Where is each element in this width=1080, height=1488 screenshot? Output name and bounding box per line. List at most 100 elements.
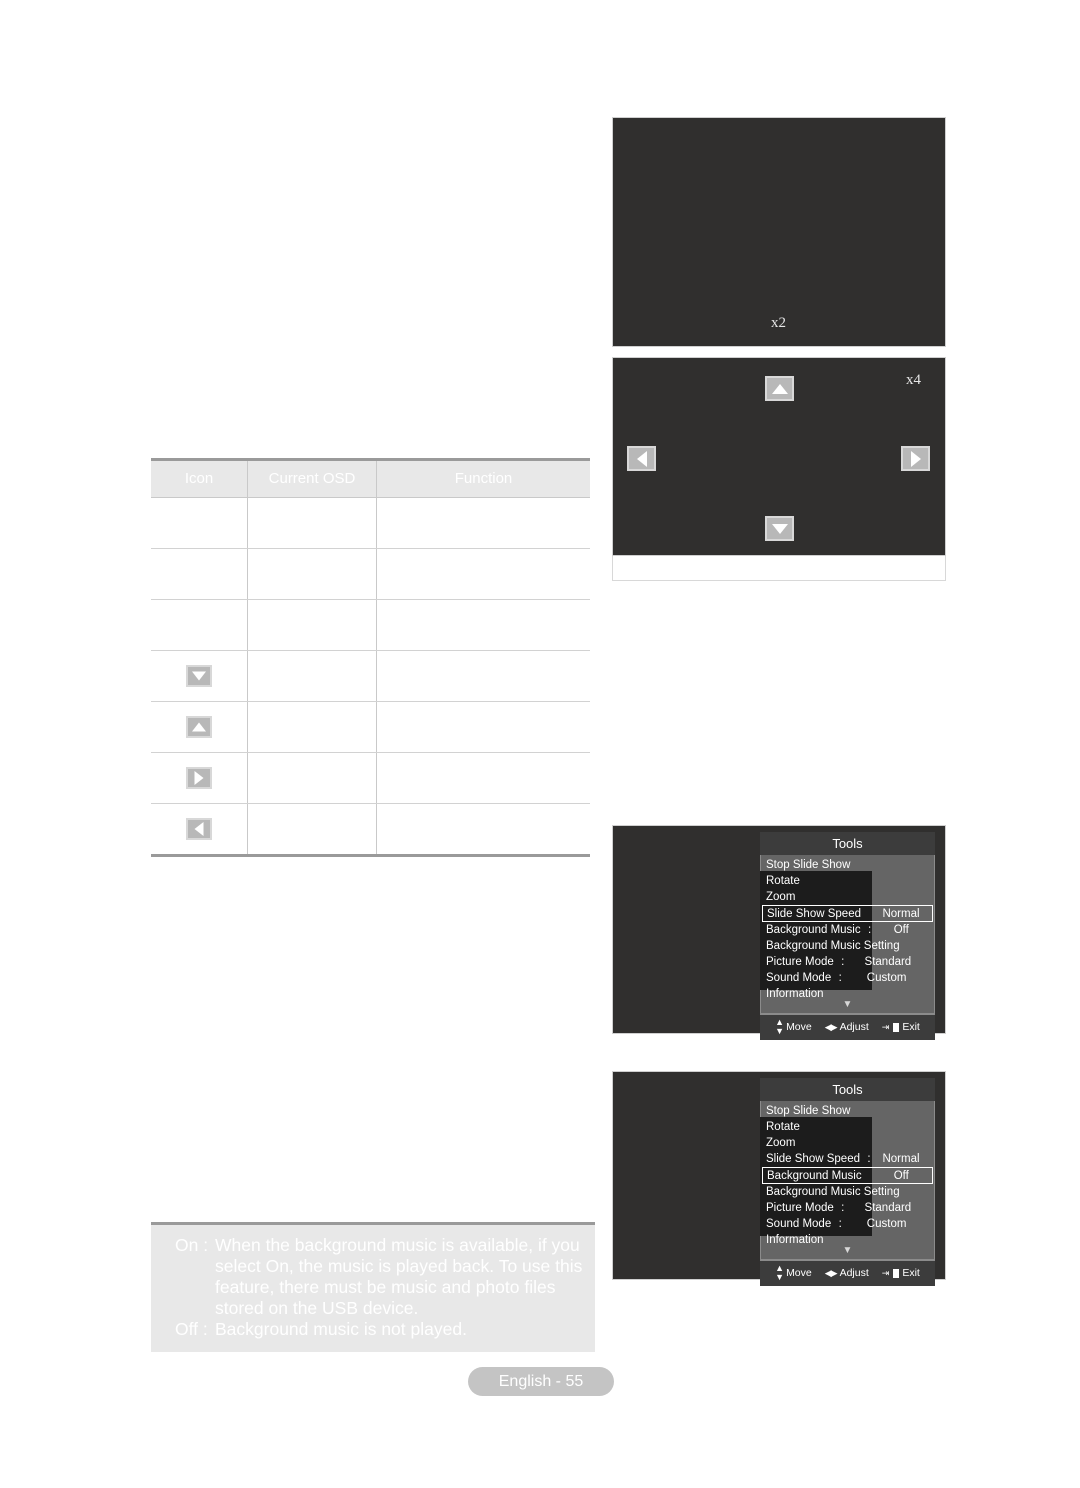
nav-down-icon[interactable]	[765, 516, 794, 541]
menu-item-colon: :	[841, 1202, 845, 1214]
menu-item-label: Slide Show Speed	[767, 907, 861, 920]
cell-icon	[151, 803, 248, 857]
menu-item-picture-mode[interactable]: Picture Mode : Standard	[761, 954, 934, 970]
menu-item-colon: :	[838, 1218, 842, 1230]
scroll-down-icon[interactable]: ▼	[761, 1000, 934, 1013]
menu-item-value: Off	[893, 924, 909, 936]
menu-item-colon: :	[841, 956, 845, 968]
menu-item-label: Background Music	[766, 924, 861, 936]
cell-function	[376, 701, 590, 753]
tools-menu-hints: ▲ ▼ Move ◀▶ Adjust ⇥ Exit	[760, 1260, 935, 1286]
table-row	[151, 497, 590, 549]
cell-function	[376, 497, 590, 549]
table-row	[151, 599, 590, 651]
cell-current-osd	[247, 497, 377, 549]
menu-item-label: Rotate	[766, 875, 800, 887]
menu-item-sound-mode[interactable]: Sound Mode : Custom	[761, 1216, 934, 1232]
menu-item-sound-mode[interactable]: Sound Mode : Custom	[761, 970, 934, 986]
menu-item-label: Background Music	[767, 1169, 862, 1182]
table-row	[151, 650, 590, 702]
menu-item-value: Normal	[882, 1153, 920, 1165]
table: Icon Current OSD Function	[151, 458, 590, 857]
note-label-on: On :	[175, 1235, 209, 1255]
screen-preview-caption-strip	[612, 556, 946, 581]
menu-item-label: Zoom	[766, 1137, 796, 1149]
cell-icon	[151, 650, 248, 702]
cell-current-osd	[247, 803, 377, 857]
hint-adjust: ◀▶ Adjust	[825, 1267, 869, 1279]
screen-preview-zoom-x2: x2	[612, 117, 946, 347]
menu-item-label: Sound Mode	[766, 972, 832, 984]
column-header-icon: Icon	[151, 459, 248, 498]
tools-osd-background-music: Tools Stop Slide Show Rotate Zoom Slide …	[612, 1071, 946, 1286]
cell-current-osd	[247, 701, 377, 753]
menu-item-label: Picture Mode	[766, 956, 834, 968]
scroll-down-icon[interactable]: ▼	[761, 1246, 934, 1259]
tools-menu-body: Stop Slide Show Rotate Zoom Slide Show S…	[760, 855, 935, 1014]
cell-current-osd	[247, 650, 377, 702]
left-right-arrows-icon: ◀▶	[824, 1021, 838, 1032]
menu-item-colon: :	[838, 972, 842, 984]
nav-right-icon[interactable]	[901, 446, 930, 471]
table-header-row: Icon Current OSD Function	[151, 459, 590, 498]
tools-menu-title: Tools	[760, 1078, 935, 1101]
column-header-function: Function	[376, 459, 590, 498]
note-line-on: On : When the background music is availa…	[151, 1235, 595, 1319]
exit-door-icon	[891, 1268, 900, 1278]
nav-up-icon[interactable]	[765, 376, 794, 401]
triangle-left-icon	[186, 818, 212, 840]
menu-item-stop-slide-show[interactable]: Stop Slide Show	[761, 857, 934, 873]
menu-item-slide-show-speed[interactable]: Slide Show Speed Normal	[762, 905, 933, 922]
hint-label: Move	[786, 1021, 812, 1033]
menu-item-label: Stop Slide Show	[766, 859, 851, 871]
menu-item-background-music-setting[interactable]: Background Music Setting	[761, 1184, 934, 1200]
tools-osd-slide-show-speed: Tools Stop Slide Show Rotate Zoom Slide …	[612, 825, 946, 1040]
menu-item-slide-show-speed[interactable]: Slide Show Speed : Normal	[761, 1151, 934, 1167]
page-number-badge: English - 55	[468, 1367, 614, 1396]
hint-move: ▲ ▼ Move	[775, 1018, 812, 1036]
tools-menu: Tools Stop Slide Show Rotate Zoom Slide …	[760, 832, 935, 1040]
note-text-on: When the background music is available, …	[215, 1235, 583, 1318]
menu-item-rotate[interactable]: Rotate	[761, 873, 934, 889]
icon-reference-table: Icon Current OSD Function	[151, 458, 590, 857]
menu-item-label: Slide Show Speed	[766, 1153, 860, 1165]
tools-menu-title: Tools	[760, 832, 935, 855]
menu-item-stop-slide-show[interactable]: Stop Slide Show	[761, 1103, 934, 1119]
note-label-off: Off :	[175, 1319, 208, 1339]
menu-item-zoom[interactable]: Zoom	[761, 1135, 934, 1151]
table-body	[151, 497, 590, 857]
column-header-current-osd: Current OSD	[247, 459, 377, 498]
exit-arrow-icon: ⇥	[881, 1267, 889, 1278]
menu-item-rotate[interactable]: Rotate	[761, 1119, 934, 1135]
menu-item-background-music[interactable]: Background Music : Off	[761, 922, 934, 938]
menu-item-background-music[interactable]: Background Music Off	[762, 1167, 933, 1184]
cell-icon	[151, 497, 248, 549]
tools-menu-hints: ▲ ▼ Move ◀▶ Adjust ⇥ Exit	[760, 1014, 935, 1040]
note-text-off: Background music is not played.	[215, 1319, 467, 1339]
menu-item-label: Picture Mode	[766, 1202, 834, 1214]
triangle-down-icon	[186, 665, 212, 687]
cell-function	[376, 803, 590, 857]
menu-item-value: Normal	[882, 907, 920, 920]
menu-item-value: Custom	[866, 972, 907, 984]
up-down-arrows-icon: ▲ ▼	[775, 1017, 784, 1036]
menu-item-picture-mode[interactable]: Picture Mode : Standard	[761, 1200, 934, 1216]
left-right-arrows-icon: ◀▶	[824, 1267, 838, 1278]
menu-item-label: Information	[766, 1234, 824, 1246]
hint-label: Move	[786, 1267, 812, 1279]
screen-preview-zoom-x4: x4	[612, 357, 946, 556]
cell-icon	[151, 599, 248, 651]
table-row	[151, 803, 590, 857]
menu-item-zoom[interactable]: Zoom	[761, 889, 934, 905]
nav-left-icon[interactable]	[627, 446, 656, 471]
cell-function	[376, 548, 590, 600]
note-line-off: Off : Background music is not played.	[151, 1319, 595, 1340]
cell-icon	[151, 701, 248, 753]
triangle-up-icon	[186, 716, 212, 738]
menu-item-background-music-setting[interactable]: Background Music Setting	[761, 938, 934, 954]
zoom-level-label-x4: x4	[906, 372, 921, 388]
menu-item-colon: :	[868, 924, 872, 936]
menu-item-label: Information	[766, 988, 824, 1000]
table-head: Icon Current OSD Function	[151, 459, 590, 498]
exit-arrow-icon: ⇥	[881, 1021, 889, 1032]
